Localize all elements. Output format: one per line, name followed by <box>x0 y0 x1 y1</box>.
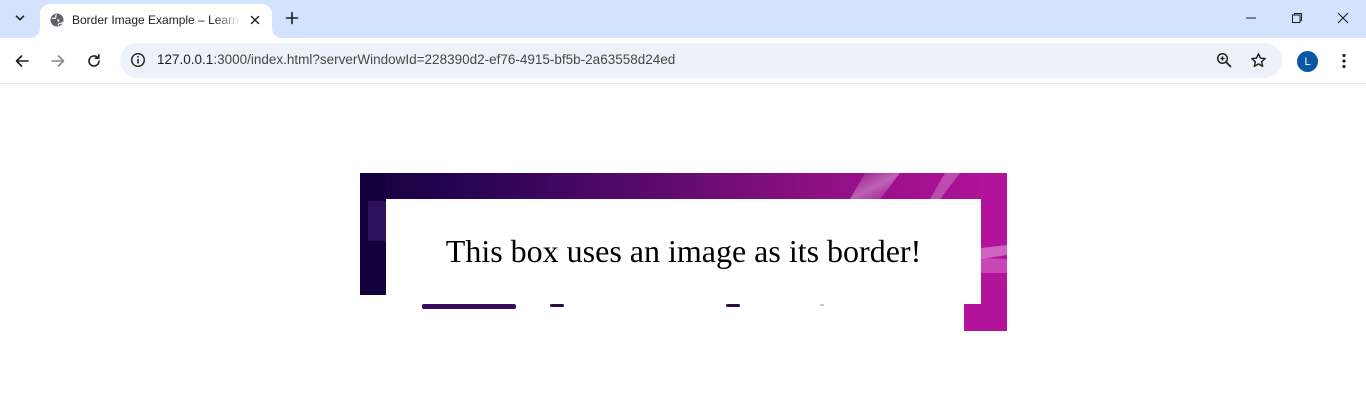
zoom-button[interactable] <box>1212 48 1236 72</box>
forward-button[interactable] <box>42 45 74 77</box>
globe-icon <box>50 13 64 27</box>
profile-avatar[interactable]: L <box>1297 51 1318 72</box>
url-path: :3000/index.html?serverWindowId=228390d2… <box>213 52 676 67</box>
new-tab-button[interactable] <box>280 6 304 30</box>
site-info-button[interactable] <box>126 48 150 72</box>
arrow-right-icon <box>51 55 65 67</box>
reload-icon <box>88 54 100 67</box>
tab-strip: Border Image Example – Learn Web Develop… <box>0 0 1366 38</box>
info-icon <box>130 52 146 68</box>
plus-icon <box>285 11 299 25</box>
reload-button[interactable] <box>78 45 110 77</box>
address-bar[interactable]: 127.0.0.1:3000/index.html?serverWindowId… <box>120 43 1282 78</box>
chevron-down-icon <box>15 15 25 21</box>
browser-tab-active[interactable]: Border Image Example – Learn Web Develop… <box>40 4 272 38</box>
more-vert-icon <box>1342 53 1346 69</box>
url-text[interactable]: 127.0.0.1:3000/index.html?serverWindowId… <box>157 52 675 67</box>
tab-search-button[interactable] <box>8 6 32 30</box>
zoom-in-icon <box>1216 52 1232 68</box>
bookmark-button[interactable] <box>1246 48 1270 72</box>
browser-toolbar: 127.0.0.1:3000/index.html?serverWindowId… <box>0 38 1366 84</box>
page-viewport: This box uses an image as its border! <box>0 85 1366 404</box>
restore-icon <box>1292 13 1302 23</box>
back-button[interactable] <box>6 45 38 77</box>
arrow-left-icon <box>15 55 29 67</box>
minimize-icon <box>1246 17 1256 19</box>
star-icon <box>1250 52 1266 67</box>
restore-button[interactable] <box>1274 0 1320 36</box>
minimize-button[interactable] <box>1228 0 1274 36</box>
close-icon <box>1337 12 1349 24</box>
tab-close-button[interactable] <box>246 11 264 29</box>
tab-title: Border Image Example – Learn Web Develop… <box>72 13 240 27</box>
box-text: This box uses an image as its border! <box>445 233 922 269</box>
menu-button[interactable] <box>1330 47 1358 75</box>
bordered-box: This box uses an image as its border! <box>386 199 981 304</box>
url-host: 127.0.0.1 <box>157 52 214 67</box>
window-close-button[interactable] <box>1320 0 1366 36</box>
close-icon <box>250 15 260 25</box>
